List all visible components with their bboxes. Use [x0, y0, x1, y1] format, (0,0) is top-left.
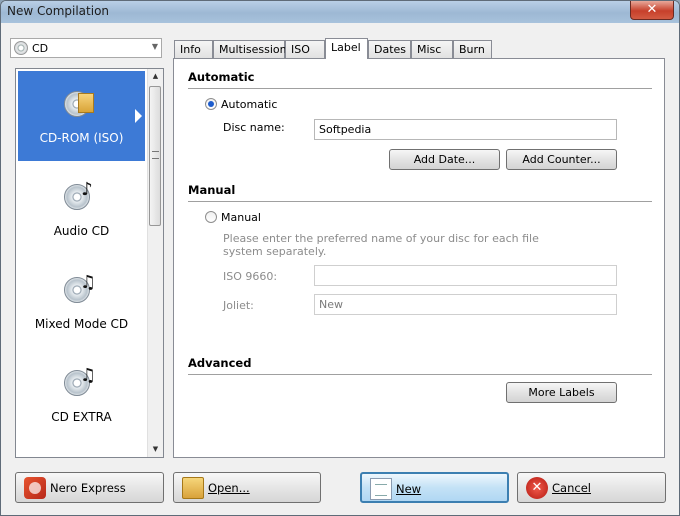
title-bar[interactable]: New Compilation ✕: [1, 1, 679, 23]
manual-heading: Manual: [188, 183, 236, 197]
window-title: New Compilation: [7, 4, 110, 18]
selection-arrow-icon: [135, 109, 142, 123]
add-counter-button[interactable]: Add Counter...: [506, 149, 617, 170]
tab-multisession[interactable]: Multisession: [213, 40, 287, 58]
tab-info[interactable]: Info: [174, 40, 213, 58]
divider: [188, 374, 652, 375]
cd-rom-iso-icon: [64, 87, 96, 119]
audio-cd-icon: ♪: [64, 180, 96, 212]
type-item-label: Mixed Mode CD: [34, 317, 129, 331]
nero-express-label: Nero Express: [50, 481, 126, 495]
cancel-label: Cancel: [552, 481, 591, 495]
iso9660-input[interactable]: [314, 265, 617, 286]
scroll-thumb[interactable]: [149, 86, 161, 226]
label-tab-panel: Automatic Automatic Disc name: Softpedia…: [173, 58, 665, 458]
joliet-input[interactable]: New: [314, 294, 617, 315]
new-button[interactable]: New: [360, 472, 509, 503]
open-label: Open...: [208, 481, 250, 495]
type-item-audio-cd[interactable]: ♪ Audio CD: [18, 164, 145, 254]
advanced-heading: Advanced: [188, 356, 252, 370]
new-label: New: [396, 482, 422, 496]
type-item-cd-rom-iso[interactable]: CD-ROM (ISO): [18, 71, 145, 161]
new-compilation-window: New Compilation ✕ CD ▼ CD-ROM (ISO) ♪ Au…: [0, 0, 680, 516]
divider: [188, 201, 652, 202]
cancel-icon: ✕: [526, 477, 548, 499]
manual-hint-text: Please enter the preferred name of your …: [223, 232, 539, 258]
iso9660-label: ISO 9660:: [223, 270, 278, 283]
tab-dates[interactable]: Dates: [368, 40, 411, 58]
manual-radio[interactable]: [205, 211, 217, 223]
add-date-button[interactable]: Add Date...: [389, 149, 500, 170]
mixed-mode-cd-icon: ♫: [64, 273, 96, 305]
cd-extra-icon: ♫: [64, 366, 96, 398]
media-type-value: CD: [32, 42, 49, 55]
tab-misc[interactable]: Misc: [411, 40, 453, 58]
scroll-up-icon[interactable]: ▲: [148, 69, 163, 84]
chevron-down-icon: ▼: [151, 42, 158, 51]
automatic-radio[interactable]: [205, 98, 217, 110]
disc-name-input[interactable]: Softpedia: [314, 119, 617, 140]
tab-label[interactable]: Label: [325, 38, 368, 59]
type-item-label: CD-ROM (ISO): [39, 131, 124, 145]
type-item-label: Audio CD: [53, 224, 110, 238]
cd-icon: [14, 41, 28, 55]
new-document-icon: [370, 478, 392, 500]
nero-express-icon: [24, 477, 46, 499]
manual-radio-label: Manual: [221, 211, 261, 224]
type-item-mixed-mode-cd[interactable]: ♫ Mixed Mode CD: [18, 257, 145, 347]
tab-iso[interactable]: ISO: [285, 40, 325, 58]
type-item-cd-extra[interactable]: ♫ CD EXTRA: [18, 350, 145, 440]
automatic-heading: Automatic: [188, 70, 255, 84]
close-button[interactable]: ✕: [630, 1, 674, 20]
more-labels-button[interactable]: More Labels: [506, 382, 617, 403]
compilation-type-list[interactable]: CD-ROM (ISO) ♪ Audio CD ♫ Mixed Mode CD …: [15, 68, 164, 458]
type-item-label: CD EXTRA: [51, 410, 112, 424]
tab-burn[interactable]: Burn: [453, 40, 492, 58]
open-folder-icon: [182, 477, 204, 499]
nero-express-button[interactable]: Nero Express: [15, 472, 164, 503]
cancel-button[interactable]: ✕ Cancel: [517, 472, 666, 503]
scroll-down-icon[interactable]: ▼: [148, 442, 163, 457]
open-button[interactable]: Open...: [173, 472, 321, 503]
automatic-radio-label: Automatic: [221, 98, 278, 111]
media-type-dropdown[interactable]: CD ▼: [10, 38, 162, 58]
joliet-label: Joliet:: [223, 299, 254, 312]
divider: [188, 88, 652, 89]
disc-name-label: Disc name:: [223, 121, 285, 134]
list-scrollbar[interactable]: ▲ ▼: [147, 69, 163, 457]
